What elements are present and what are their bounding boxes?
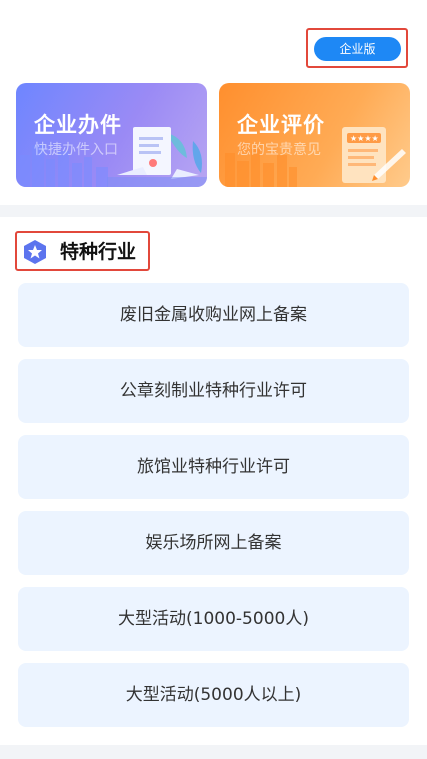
list-item-hotel-permit[interactable]: 旅馆业特种行业许可 [18, 435, 409, 499]
list-item-scrap-metal-filing[interactable]: 废旧金属收购业网上备案 [18, 283, 409, 347]
card-title: 企业办件 [34, 113, 122, 137]
svg-text:★★★★: ★★★★ [350, 134, 379, 143]
review-form-illustration: ★★★★ [342, 127, 406, 183]
document-illustration [107, 127, 207, 187]
card-title: 企业评价 [237, 113, 325, 137]
section-title: 特种行业 [60, 241, 137, 263]
list-item-large-event-5000-plus[interactable]: 大型活动(5000人以上) [18, 663, 409, 727]
enterprise-evaluation-card[interactable]: ★★★★ 企业评价 您的宝贵意见 [219, 83, 410, 187]
section-header-highlight: 特种行业 [15, 231, 150, 271]
list-item-large-event-1000-5000[interactable]: 大型活动(1000-5000人) [18, 587, 409, 651]
top-bar: 企业版 [0, 0, 427, 78]
star-badge-icon [24, 240, 46, 264]
bottom-divider [0, 745, 427, 759]
enterprise-affairs-card[interactable]: 企业办件 快捷办件入口 [16, 83, 207, 187]
section-divider [0, 205, 427, 217]
list-item-entertainment-filing[interactable]: 娱乐场所网上备案 [18, 511, 409, 575]
enterprise-edition-button[interactable]: 企业版 [314, 37, 401, 61]
card-subtitle: 您的宝贵意见 [237, 142, 321, 158]
list-item-seal-engraving-permit[interactable]: 公章刻制业特种行业许可 [18, 359, 409, 423]
enterprise-button-highlight: 企业版 [306, 28, 408, 68]
card-subtitle: 快捷办件入口 [34, 142, 118, 158]
